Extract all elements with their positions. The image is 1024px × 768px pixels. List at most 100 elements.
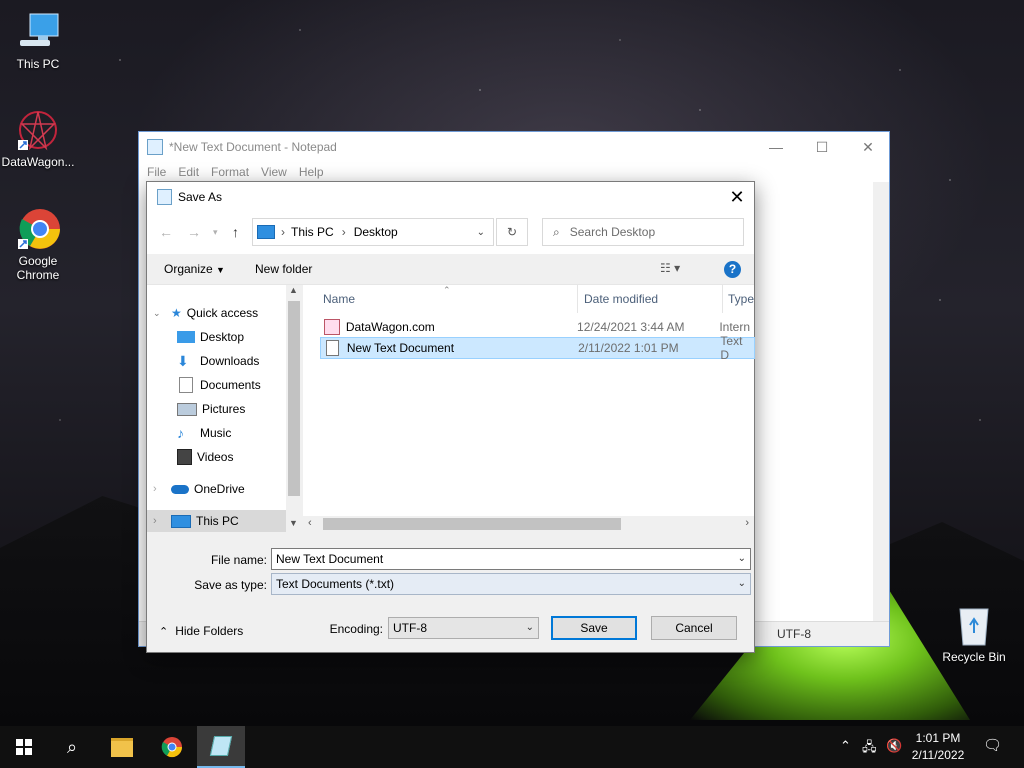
file-name: DataWagon.com: [345, 320, 435, 334]
up-arrow-icon[interactable]: ↑: [232, 224, 239, 240]
menu-edit[interactable]: Edit: [178, 165, 199, 179]
scroll-up-icon[interactable]: ▲: [289, 285, 298, 295]
menu-format[interactable]: Format: [211, 165, 249, 179]
nav-label: OneDrive: [194, 482, 245, 496]
desktop-icon-label: DataWagon...: [1, 155, 75, 169]
file-type: Intern: [719, 320, 750, 334]
taskbar: ⌕ ⌃ 🖧 🔇 1:01 PM 2/11/2022 🗨: [0, 726, 1024, 768]
save-button[interactable]: Save: [551, 616, 637, 640]
chevron-down-icon[interactable]: ⌄: [526, 622, 534, 633]
desktop-icon-recycle-bin[interactable]: Recycle Bin: [936, 603, 1012, 664]
dialog-toolbar: Organize ▼ New folder ☷ ▾ ?: [147, 254, 754, 285]
search-button[interactable]: ⌕: [48, 726, 96, 768]
taskbar-chrome[interactable]: [148, 726, 196, 768]
navigation-pane[interactable]: ⌄ ★ Quick access Desktop 📌 ⬇ Downloads 📌…: [147, 285, 302, 532]
chrome-icon: [161, 737, 183, 758]
nav-label: Videos: [197, 450, 234, 464]
search-icon: ⌕: [66, 736, 78, 757]
file-name-input[interactable]: New Text Document ⌄: [271, 548, 751, 570]
close-button[interactable]: ✕: [845, 132, 891, 162]
nav-item-desktop[interactable]: Desktop 📌: [177, 326, 302, 348]
notepad-title: *New Text Document - Notepad: [169, 140, 337, 154]
nav-pane-scrollbar[interactable]: ▲ ▼: [286, 285, 302, 532]
chevron-right-icon[interactable]: ›: [153, 515, 171, 527]
monitor-icon: [171, 514, 191, 528]
scroll-left-icon[interactable]: ‹: [308, 517, 312, 529]
navigation-bar: ← → ▾ ↑ › This PC › Desktop ⌄ ↻ ⌕ Search…: [147, 212, 754, 254]
nav-item-videos[interactable]: Videos: [177, 446, 302, 468]
dialog-title: Save As: [178, 190, 223, 204]
organize-button[interactable]: Organize ▼: [164, 262, 225, 276]
encoding-select[interactable]: UTF-8 ⌄: [388, 617, 539, 639]
encoding-label: Encoding:: [329, 622, 383, 636]
refresh-button[interactable]: ↻: [496, 218, 528, 246]
recent-locations-chevron-icon[interactable]: ▾: [213, 227, 218, 238]
nav-item-this-pc[interactable]: › This PC: [147, 510, 286, 532]
back-arrow-icon[interactable]: ←: [159, 224, 173, 240]
column-header-name[interactable]: Name: [323, 285, 578, 313]
chevron-down-icon[interactable]: ⌄: [153, 308, 171, 319]
taskbar-file-explorer[interactable]: [98, 726, 146, 768]
new-folder-button[interactable]: New folder: [255, 262, 312, 276]
dialog-close-button[interactable]: ✕: [720, 182, 754, 212]
desktop-icon-label: Recycle Bin: [942, 650, 1006, 664]
notifications-icon[interactable]: 🗨: [983, 736, 1002, 754]
help-icon[interactable]: ?: [724, 261, 741, 278]
internet-shortcut-icon: [324, 319, 340, 335]
download-arrow-icon: ⬇: [177, 353, 189, 369]
chevron-down-icon[interactable]: ⌄: [738, 553, 746, 564]
nav-item-downloads[interactable]: ⬇ Downloads 📌: [177, 350, 302, 372]
chevron-up-icon[interactable]: ⌃: [840, 738, 851, 754]
taskbar-notepad[interactable]: [197, 726, 245, 768]
file-row[interactable]: DataWagon.com 12/24/2021 3:44 AM Intern: [320, 316, 750, 338]
cancel-button[interactable]: Cancel: [651, 616, 737, 640]
search-icon: ⌕: [553, 224, 560, 239]
film-icon: [177, 449, 192, 465]
desktop-icon-google-chrome[interactable]: Google Chrome: [0, 207, 76, 282]
nav-label: Quick access: [186, 306, 259, 320]
scrollbar-thumb[interactable]: [288, 301, 300, 496]
address-bar[interactable]: › This PC › Desktop ⌄: [252, 218, 494, 246]
notepad-icon: [147, 139, 163, 155]
save-as-type-select[interactable]: Text Documents (*.txt) ⌄: [271, 573, 751, 595]
dialog-title-bar[interactable]: Save As: [147, 182, 754, 212]
chevron-up-icon: ⌃: [159, 625, 169, 638]
menu-help[interactable]: Help: [299, 165, 324, 179]
chrome-icon: [16, 207, 60, 251]
chevron-down-icon[interactable]: ⌄: [738, 578, 746, 589]
desktop-icon-this-pc[interactable]: This PC: [0, 10, 76, 71]
hide-folders-button[interactable]: ⌃ Hide Folders: [159, 624, 243, 638]
notepad-scrollbar[interactable]: [873, 182, 889, 622]
nav-item-pictures[interactable]: Pictures 📌: [177, 398, 302, 420]
scroll-down-icon[interactable]: ▼: [289, 518, 298, 528]
scrollbar-thumb[interactable]: [323, 518, 621, 530]
system-clock[interactable]: 1:01 PM 2/11/2022: [905, 730, 971, 764]
network-icon[interactable]: 🖧: [862, 738, 877, 760]
nav-item-onedrive[interactable]: › OneDrive: [153, 478, 302, 500]
menu-file[interactable]: File: [147, 165, 166, 179]
nav-item-music[interactable]: ♪ Music: [177, 422, 302, 444]
desktop-icon-datawagon[interactable]: DataWagon...: [0, 108, 76, 169]
address-segment-this-pc[interactable]: This PC: [291, 225, 334, 239]
address-segment-desktop[interactable]: Desktop: [354, 225, 398, 239]
forward-arrow-icon[interactable]: →: [187, 224, 201, 240]
volume-muted-icon[interactable]: 🔇: [886, 738, 902, 754]
save-as-dialog[interactable]: Save As ✕ ← → ▾ ↑ › This PC › Desktop ⌄ …: [146, 181, 755, 653]
file-list-h-scrollbar[interactable]: ‹ ›: [303, 516, 754, 532]
desktop-icon-label: This PC: [16, 57, 60, 71]
scroll-right-icon[interactable]: ›: [745, 517, 749, 529]
save-as-type-label: Save as type:: [194, 578, 267, 592]
minimize-button[interactable]: —: [753, 132, 799, 162]
start-button[interactable]: [0, 726, 48, 768]
column-header-date-modified[interactable]: Date modified: [584, 285, 723, 313]
chevron-right-icon[interactable]: ›: [153, 483, 171, 495]
nav-item-documents[interactable]: Documents 📌: [177, 374, 302, 396]
file-row-selected[interactable]: New Text Document 2/11/2022 1:01 PM Text…: [320, 334, 755, 362]
menu-view[interactable]: View: [261, 165, 287, 179]
chevron-down-icon[interactable]: ⌄: [477, 227, 485, 238]
column-header-type[interactable]: Type: [728, 285, 754, 313]
search-input[interactable]: ⌕ Search Desktop: [542, 218, 744, 246]
nav-item-quick-access[interactable]: ⌄ ★ Quick access: [153, 302, 302, 324]
maximize-button[interactable]: ☐: [799, 132, 845, 162]
view-options-icon[interactable]: ☷ ▾: [660, 261, 680, 275]
